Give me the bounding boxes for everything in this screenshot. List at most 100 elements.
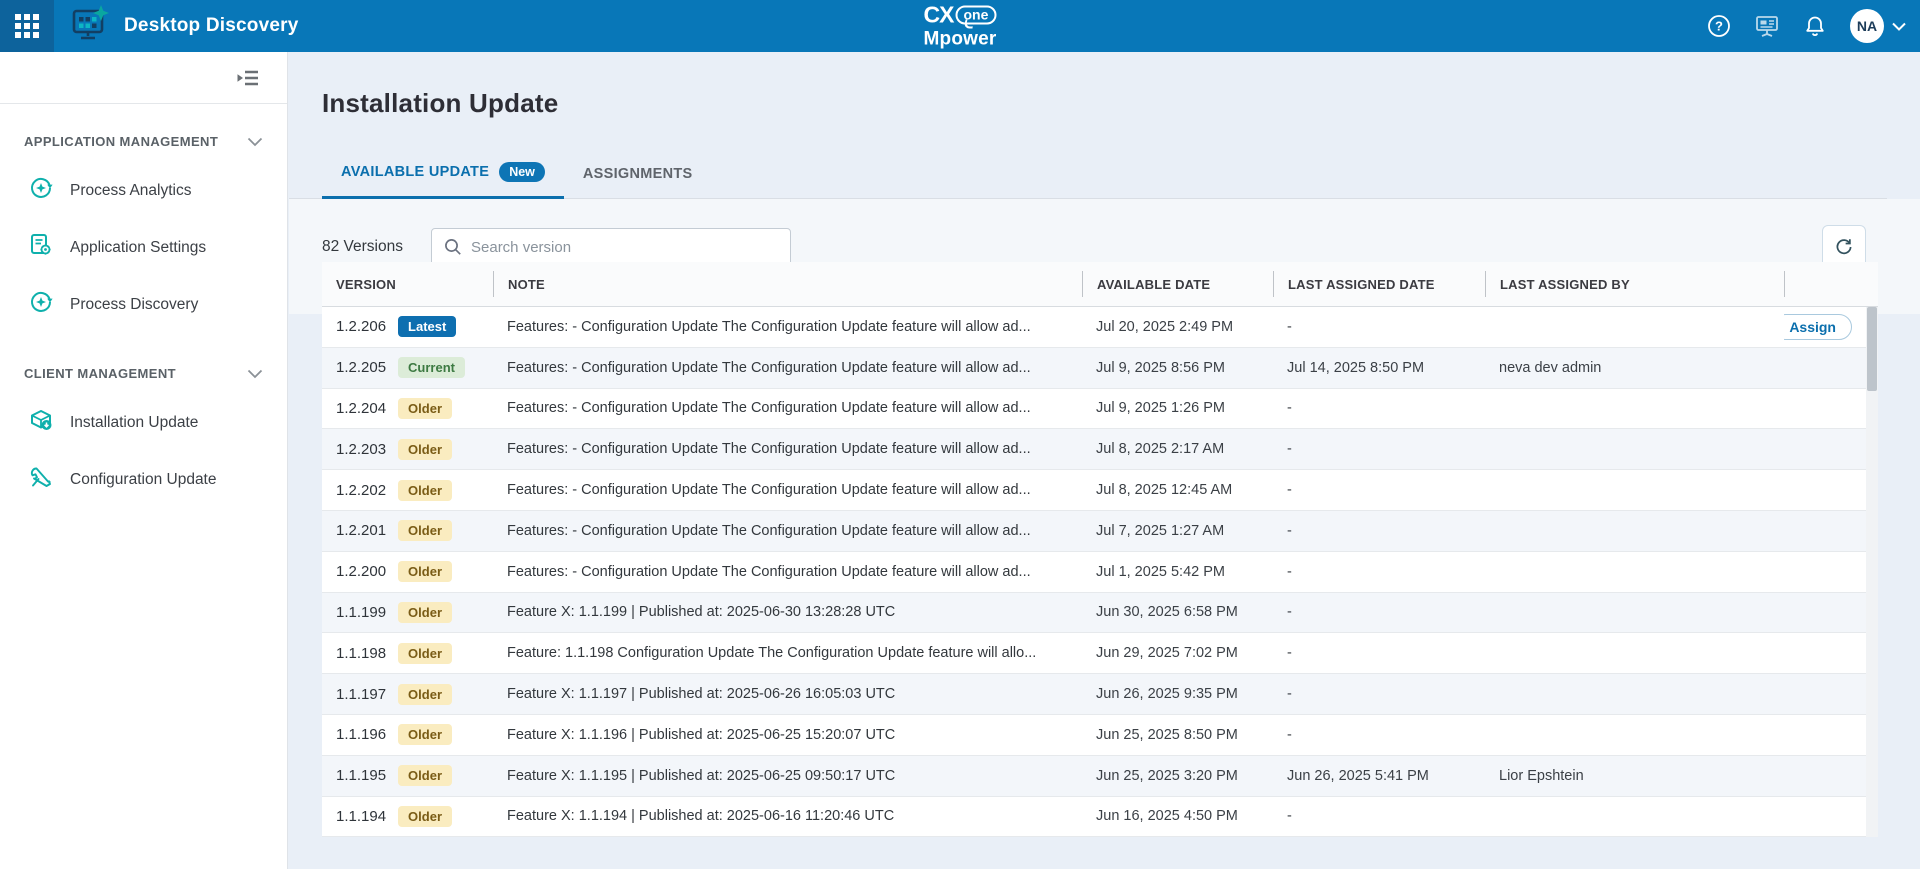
grid-icon bbox=[15, 14, 39, 38]
tabs: AVAILABLE UPDATE New ASSIGNMENTS bbox=[322, 152, 712, 198]
row-available-date: Jun 26, 2025 9:35 PM bbox=[1082, 686, 1273, 702]
section-application-management[interactable]: APPLICATION MANAGEMENT bbox=[24, 134, 263, 149]
table-row[interactable]: 1.2.203 Older Features: - Configuration … bbox=[322, 429, 1866, 470]
row-available-date: Jul 9, 2025 8:56 PM bbox=[1082, 360, 1273, 376]
logo-one-bubble: one bbox=[955, 6, 996, 25]
user-menu[interactable]: NA bbox=[1850, 9, 1906, 43]
version-status-badge: Older bbox=[398, 684, 452, 705]
sidebar-item-label: Application Settings bbox=[70, 239, 206, 257]
row-available-date: Jul 8, 2025 2:17 AM bbox=[1082, 441, 1273, 457]
row-last-assigned-date: - bbox=[1273, 482, 1485, 498]
sidebar-item-application-settings[interactable]: Application Settings bbox=[24, 232, 263, 263]
row-last-assigned-date: - bbox=[1273, 400, 1485, 416]
row-note: Feature X: 1.1.197 | Published at: 2025-… bbox=[493, 686, 1082, 702]
row-available-date: Jun 16, 2025 4:50 PM bbox=[1082, 808, 1273, 824]
col-version[interactable]: VERSION bbox=[322, 271, 493, 297]
row-last-assigned-date: - bbox=[1273, 727, 1485, 743]
section-label: APPLICATION MANAGEMENT bbox=[24, 134, 218, 149]
row-note: Feature X: 1.1.196 | Published at: 2025-… bbox=[493, 727, 1082, 743]
row-version: 1.2.205 bbox=[336, 359, 386, 376]
table-row[interactable]: 1.1.194 Older Feature X: 1.1.194 | Publi… bbox=[322, 797, 1866, 838]
version-status-badge: Older bbox=[398, 724, 452, 745]
desktop-discovery-app-icon bbox=[70, 5, 110, 48]
search-box[interactable] bbox=[431, 228, 791, 266]
row-note: Features: - Configuration Update The Con… bbox=[493, 319, 1082, 335]
product-brand: Desktop Discovery bbox=[70, 5, 298, 48]
row-last-assigned-date: - bbox=[1273, 523, 1485, 539]
notifications-bell-icon[interactable] bbox=[1802, 13, 1828, 39]
table-row[interactable]: 1.1.197 Older Feature X: 1.1.197 | Publi… bbox=[322, 674, 1866, 715]
row-version: 1.2.204 bbox=[336, 400, 386, 417]
row-note: Feature X: 1.1.194 | Published at: 2025-… bbox=[493, 808, 1082, 824]
refresh-icon bbox=[1833, 236, 1855, 258]
process-analytics-icon bbox=[28, 175, 54, 206]
row-last-assigned-date: - bbox=[1273, 645, 1485, 661]
col-note[interactable]: NOTE bbox=[493, 271, 1082, 297]
col-available-date[interactable]: AVAILABLE DATE bbox=[1082, 271, 1273, 297]
table-row[interactable]: 1.2.200 Older Features: - Configuration … bbox=[322, 552, 1866, 593]
logo-cx-text: CX bbox=[924, 4, 954, 27]
row-last-assigned-date: - bbox=[1273, 441, 1485, 457]
row-version: 1.2.200 bbox=[336, 563, 386, 580]
svg-text:?: ? bbox=[1715, 19, 1723, 34]
col-last-assigned-date[interactable]: LAST ASSIGNED DATE bbox=[1273, 271, 1485, 297]
sidebar-item-process-analytics[interactable]: Process Analytics bbox=[24, 175, 263, 206]
row-last-assigned-by: neva dev admin bbox=[1485, 360, 1784, 376]
scrollbar-thumb[interactable] bbox=[1867, 307, 1877, 391]
table-row[interactable]: 1.2.206 Latest Features: - Configuration… bbox=[322, 307, 1866, 348]
col-actions bbox=[1784, 271, 1878, 297]
row-note: Features: - Configuration Update The Con… bbox=[493, 523, 1082, 539]
table-row[interactable]: 1.1.195 Older Feature X: 1.1.195 | Publi… bbox=[322, 756, 1866, 797]
row-available-date: Jul 8, 2025 12:45 AM bbox=[1082, 482, 1273, 498]
row-version: 1.1.199 bbox=[336, 604, 386, 621]
row-note: Features: - Configuration Update The Con… bbox=[493, 482, 1082, 498]
sidebar-item-label: Installation Update bbox=[70, 414, 198, 432]
sidebar-item-label: Configuration Update bbox=[70, 471, 217, 489]
row-available-date: Jul 7, 2025 1:27 AM bbox=[1082, 523, 1273, 539]
avatar[interactable]: NA bbox=[1850, 9, 1884, 43]
app-launcher-button[interactable] bbox=[0, 0, 54, 52]
sidebar-item-label: Process Discovery bbox=[70, 296, 198, 314]
table-row[interactable]: 1.1.196 Older Feature X: 1.1.196 | Publi… bbox=[322, 715, 1866, 756]
sidebar-item-process-discovery[interactable]: Process Discovery bbox=[24, 289, 263, 320]
row-version: 1.2.206 bbox=[336, 318, 386, 335]
table-row[interactable]: 1.2.205 Current Features: - Configuratio… bbox=[322, 348, 1866, 389]
row-version: 1.2.202 bbox=[336, 482, 386, 499]
assign-button[interactable]: Assign bbox=[1784, 314, 1852, 340]
help-icon[interactable]: ? bbox=[1706, 13, 1732, 39]
row-last-assigned-date: - bbox=[1273, 686, 1485, 702]
presentation-icon[interactable] bbox=[1754, 13, 1780, 39]
tab-available-update[interactable]: AVAILABLE UPDATE New bbox=[322, 162, 564, 198]
col-last-assigned-by[interactable]: LAST ASSIGNED BY bbox=[1485, 271, 1784, 297]
versions-count: 82 Versions bbox=[322, 238, 403, 256]
table-row[interactable]: 1.2.201 Older Features: - Configuration … bbox=[322, 511, 1866, 552]
installation-update-icon bbox=[28, 407, 54, 438]
table-row[interactable]: 1.1.198 Older Feature: 1.1.198 Configura… bbox=[322, 633, 1866, 674]
section-client-management[interactable]: CLIENT MANAGEMENT bbox=[24, 366, 263, 381]
table-row[interactable]: 1.2.204 Older Features: - Configuration … bbox=[322, 389, 1866, 430]
row-version: 1.1.195 bbox=[336, 767, 386, 784]
sidebar: APPLICATION MANAGEMENT Process Analytics bbox=[0, 52, 288, 869]
new-badge: New bbox=[499, 162, 545, 182]
sidebar-collapse-icon[interactable] bbox=[235, 66, 261, 90]
version-status-badge: Older bbox=[398, 561, 452, 582]
sidebar-item-installation-update[interactable]: Installation Update bbox=[24, 407, 263, 438]
table-row[interactable]: 1.1.199 Older Feature X: 1.1.199 | Publi… bbox=[322, 593, 1866, 634]
row-available-date: Jun 25, 2025 3:20 PM bbox=[1082, 768, 1273, 784]
row-note: Feature X: 1.1.199 | Published at: 2025-… bbox=[493, 604, 1082, 620]
row-note: Features: - Configuration Update The Con… bbox=[493, 441, 1082, 457]
app-title: Desktop Discovery bbox=[124, 15, 298, 37]
vertical-scrollbar[interactable] bbox=[1866, 307, 1878, 837]
top-header-bar: Desktop Discovery CX one Mpower ? bbox=[0, 0, 1920, 52]
tab-label: AVAILABLE UPDATE bbox=[341, 164, 489, 180]
main-content: Installation Update AVAILABLE UPDATE New… bbox=[289, 52, 1920, 869]
chevron-down-icon bbox=[247, 369, 263, 379]
sidebar-item-configuration-update[interactable]: Configuration Update bbox=[24, 464, 263, 495]
table-header: VERSION NOTE AVAILABLE DATE LAST ASSIGNE… bbox=[322, 262, 1878, 307]
row-last-assigned-date: - bbox=[1273, 604, 1485, 620]
version-status-badge: Older bbox=[398, 806, 452, 827]
tab-assignments[interactable]: ASSIGNMENTS bbox=[564, 166, 712, 198]
table-row[interactable]: 1.2.202 Older Features: - Configuration … bbox=[322, 470, 1866, 511]
search-input[interactable] bbox=[471, 239, 778, 256]
page-title: Installation Update bbox=[322, 88, 558, 119]
